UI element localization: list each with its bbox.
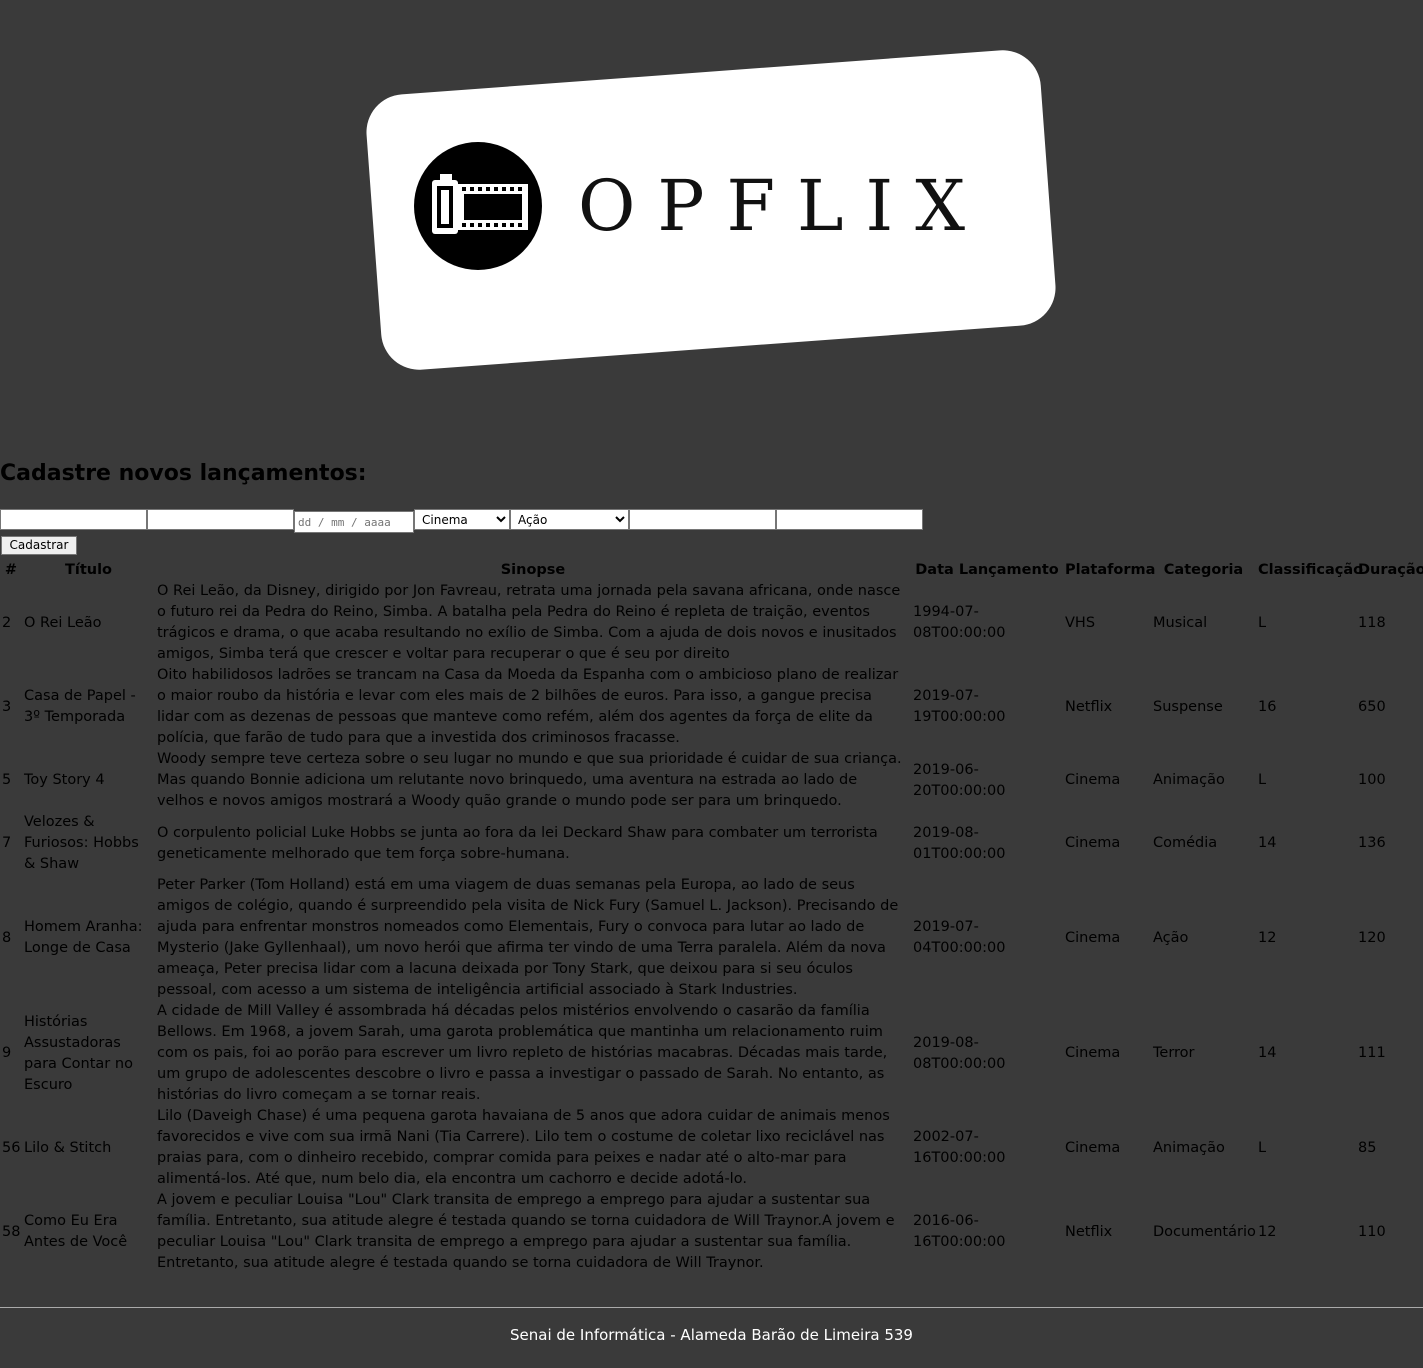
row-release-date: 2019-07-04T00:00:00 xyxy=(913,919,1006,956)
register-form: Cinema Ação xyxy=(0,509,1423,533)
header-category: Categoria xyxy=(1163,562,1244,578)
footer-divider xyxy=(0,1307,1423,1308)
table-row: 2 O Rei Leão O Rei Leão, da Disney, dirigi… xyxy=(0,581,1423,665)
row-rating: 14 xyxy=(1258,835,1277,851)
row-id: 56 xyxy=(2,1139,21,1156)
table-row: 7 Velozes & Furiosos: Hobbs & Shaw O corpu… xyxy=(0,812,1423,875)
form-title: Cadastre novos lançamentos: xyxy=(0,461,367,486)
row-release-date: 2019-07-19T00:00:00 xyxy=(913,688,1006,725)
brand-name: OPFLIX xyxy=(578,165,988,247)
row-platform: Cinema xyxy=(1065,772,1121,788)
film-reel-svg xyxy=(432,174,528,234)
row-duration: 650 xyxy=(1358,698,1386,715)
row-duration: 120 xyxy=(1358,929,1386,946)
logo-area: OPFLIX xyxy=(0,0,1423,440)
table-header-row: # Título Sinopse Data Lançamento Platafo… xyxy=(0,559,1423,581)
row-id: 9 xyxy=(2,1045,12,1061)
row-rating: 12 xyxy=(1258,929,1277,946)
header-platform: Plataforma xyxy=(1065,562,1156,578)
row-id: 7 xyxy=(2,835,12,851)
row-synopsis: O corpulento policial Luke Hobbs se junt… xyxy=(157,824,878,862)
row-synopsis: A jovem e peculiar Louisa "Lou" Clark tr… xyxy=(157,1192,895,1271)
row-rating: 12 xyxy=(1258,1223,1277,1240)
row-release-date: 2019-06-20T00:00:00 xyxy=(913,761,1006,799)
row-platform: Netflix xyxy=(1065,698,1113,715)
row-synopsis: Peter Parker (Tom Holland) está em uma v… xyxy=(157,877,899,998)
row-platform: Cinema xyxy=(1065,835,1121,851)
title-input[interactable] xyxy=(0,509,147,530)
table-row: 9 Histórias Assustadoras para Contar no E… xyxy=(0,1001,1423,1106)
header-synopsis: Sinopse xyxy=(500,562,566,578)
category-select[interactable]: Ação xyxy=(510,509,629,530)
platform-select[interactable]: Cinema xyxy=(414,509,510,530)
row-id: 8 xyxy=(2,929,12,946)
row-category: Animação xyxy=(1153,1139,1225,1156)
row-id: 5 xyxy=(2,772,12,788)
row-platform: Cinema xyxy=(1065,1139,1121,1156)
register-button[interactable]: Cadastrar xyxy=(1,536,77,555)
table-row: 8 Homem Aranha: Longe de Casa Peter Parker… xyxy=(0,875,1423,1001)
row-duration: 111 xyxy=(1358,1045,1386,1061)
row-category: Animação xyxy=(1153,772,1225,788)
table-row: 5 Toy Story 4 Woody sempre teve certeza so… xyxy=(0,749,1423,812)
row-platform: Cinema xyxy=(1065,929,1121,946)
row-synopsis: Oito habilidosos ladrões se trancam na C… xyxy=(157,667,899,746)
table-row: 56 Lilo & Stitch Lilo (Daveigh Chase) é um… xyxy=(0,1106,1423,1190)
film-reel-icon xyxy=(414,142,542,270)
row-category: Comédia xyxy=(1153,835,1218,851)
row-synopsis: O Rei Leão, da Disney, dirigido por Jon … xyxy=(157,583,901,662)
row-release-date: 1994-07-08T00:00:00 xyxy=(913,604,1006,641)
row-category: Documentário xyxy=(1153,1223,1256,1240)
header-duration: Duração xyxy=(1358,562,1423,578)
row-rating: 14 xyxy=(1258,1045,1277,1061)
row-title: Velozes & Furiosos: Hobbs & Shaw xyxy=(24,814,139,872)
row-duration: 100 xyxy=(1358,772,1386,788)
row-release-date: 2019-08-01T00:00:00 xyxy=(913,824,1006,862)
table-row: 3 Casa de Papel - 3º Temporada Oito habili… xyxy=(0,665,1423,749)
row-id: 3 xyxy=(2,698,12,715)
row-duration: 85 xyxy=(1358,1139,1377,1156)
row-platform: Cinema xyxy=(1065,1045,1121,1061)
row-title: Histórias Assustadoras para Contar no Es… xyxy=(24,1013,133,1093)
row-id: 58 xyxy=(2,1223,21,1240)
row-synopsis: Woody sempre teve certeza sobre o seu lu… xyxy=(157,751,902,809)
row-title: Homem Aranha: Longe de Casa xyxy=(24,919,143,956)
row-category: Suspense xyxy=(1153,698,1223,715)
row-rating: L xyxy=(1258,772,1267,788)
row-duration: 136 xyxy=(1358,835,1386,851)
row-category: Terror xyxy=(1153,1045,1195,1061)
row-duration: 118 xyxy=(1358,614,1386,631)
table-body: 2 O Rei Leão O Rei Leão, da Disney, dirigi… xyxy=(0,581,1423,1274)
header-id: # xyxy=(4,562,18,578)
row-rating: L xyxy=(1258,614,1267,631)
header-title: Título xyxy=(64,562,113,578)
row-title: Toy Story 4 xyxy=(24,772,105,788)
row-title: Lilo & Stitch xyxy=(24,1139,112,1156)
row-category: Ação xyxy=(1153,929,1189,946)
duration-input[interactable] xyxy=(776,509,923,530)
row-rating: L xyxy=(1258,1139,1267,1156)
row-release-date: 2016-06-16T00:00:00 xyxy=(913,1213,1006,1250)
release-date-input[interactable] xyxy=(294,511,414,533)
row-title: Casa de Papel - 3º Temporada xyxy=(24,688,136,725)
row-platform: Netflix xyxy=(1065,1223,1113,1240)
row-duration: 110 xyxy=(1358,1223,1386,1240)
row-synopsis: Lilo (Daveigh Chase) é uma pequena garot… xyxy=(157,1108,890,1187)
synopsis-input[interactable] xyxy=(147,509,294,530)
row-synopsis: A cidade de Mill Valley é assombrada há … xyxy=(157,1003,888,1103)
row-id: 2 xyxy=(2,614,12,631)
header-release-date: Data Lançamento xyxy=(915,562,1059,578)
row-platform: VHS xyxy=(1065,614,1096,631)
table-row: 58 Como Eu Era Antes de Você A jovem e pec… xyxy=(0,1190,1423,1274)
row-title: O Rei Leão xyxy=(24,614,102,631)
row-release-date: 2019-08-08T00:00:00 xyxy=(913,1034,1006,1072)
row-rating: 16 xyxy=(1258,698,1277,715)
row-title: Como Eu Era Antes de Você xyxy=(24,1213,128,1250)
footer-address: Senai de Informática - Alameda Barão de … xyxy=(510,1326,913,1344)
header-rating: Classificação xyxy=(1258,562,1364,578)
row-category: Musical xyxy=(1153,614,1208,631)
releases-table: # Título Sinopse Data Lançamento Platafo… xyxy=(0,559,1423,1274)
rating-input[interactable] xyxy=(629,509,776,530)
row-release-date: 2002-07-16T00:00:00 xyxy=(913,1129,1006,1166)
